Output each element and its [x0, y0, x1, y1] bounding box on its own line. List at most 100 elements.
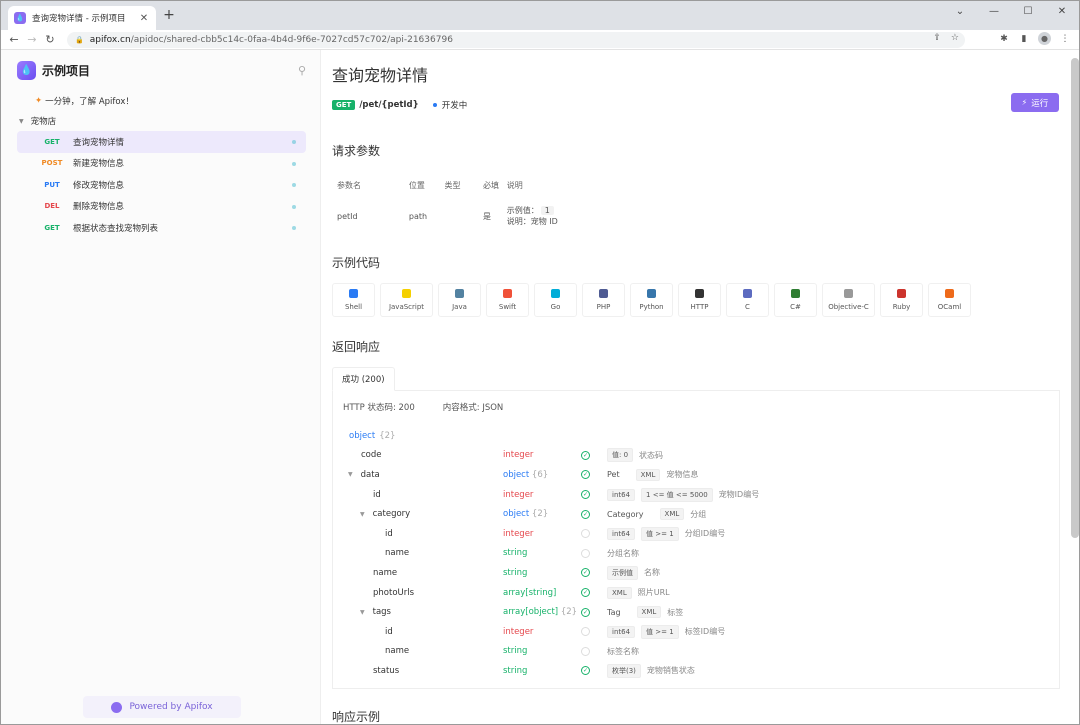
main-content: 查询宠物详情 GET /pet/{petId} 开发中 ⚡ 运行 请求参数 参数…: [321, 50, 1079, 724]
schema-desc-text: 分组: [690, 509, 707, 519]
toolbar-actions: ✱ ▮ ● ⋮: [998, 32, 1071, 45]
status-dot-icon: [432, 103, 437, 107]
extensions-icon[interactable]: ✱: [998, 34, 1010, 44]
schema-row[interactable]: id integer int64 值 >= 1 标签ID编号: [343, 622, 1049, 642]
schema-desc-text: 宠物信息: [666, 470, 699, 480]
schema-field-desc: int64 值 >= 1 分组ID编号: [607, 526, 725, 541]
api-method-badge: POST: [41, 159, 63, 168]
schema-row[interactable]: id integer ✓ int64 1 <= 值 <= 5000 宠物ID编号: [343, 485, 1049, 505]
schema-desc-text: 状态码: [639, 450, 664, 460]
code-lang-http[interactable]: HTTP: [678, 283, 721, 317]
code-lang-go[interactable]: Go: [534, 283, 577, 317]
chevron-down-icon[interactable]: ▼: [348, 471, 353, 478]
code-lang-objective-c[interactable]: Objective-C: [822, 283, 875, 317]
response-schema-panel: HTTP 状态码: 200 内容格式: JSON object {2} code…: [332, 391, 1060, 689]
schema-desc-text: 照片URL: [637, 588, 670, 598]
sidebar: 💧 示例项目 ⚲ ✦ 一分钟，了解 Apifox！ ▼ 宠物店 GET 查询宠物详…: [1, 50, 321, 724]
code-lang-python[interactable]: Python: [630, 283, 673, 317]
url-text: apifox.cn/apidoc/shared-cbb5c14c-0faa-4b…: [89, 35, 453, 45]
schema-constraint-chip: 值 >= 1: [641, 526, 679, 541]
api-method-badge: GET: [44, 223, 60, 232]
sidebar-api-item[interactable]: POST 新建宠物信息: [17, 153, 306, 175]
required-check-icon: ✓: [581, 666, 590, 676]
sparkle-icon: ✦: [35, 96, 43, 106]
project-name: 示例项目: [42, 63, 91, 78]
schema-row[interactable]: name string 分组名称: [343, 544, 1049, 564]
apifox-doc-page: 💧 示例项目 ⚲ ✦ 一分钟，了解 Apifox！ ▼ 宠物店 GET 查询宠物详…: [1, 50, 1079, 724]
bolt-icon: ⚡: [1021, 98, 1028, 107]
param-desc: 说明：宠物 ID: [506, 217, 558, 226]
schema-row[interactable]: name string ✓ 示例值 名称: [343, 563, 1049, 583]
back-icon[interactable]: ←: [5, 33, 23, 46]
status-dot-icon: [292, 226, 296, 230]
sidebar-api-item[interactable]: PUT 修改宠物信息: [17, 174, 306, 196]
code-language-grid: Shell JavaScript Java Swift Go PHP Python HTTP C…: [332, 283, 1079, 317]
schema-root[interactable]: object {2}: [343, 426, 1049, 446]
chevron-down-icon[interactable]: ⌄: [943, 1, 977, 21]
powered-by-apifox[interactable]: Powered by Apifox: [83, 696, 241, 718]
sidebar-api-item[interactable]: GET 查询宠物详情: [17, 131, 306, 153]
new-tab-icon[interactable]: +: [162, 7, 176, 23]
schema-constraint-chip: XML: [635, 468, 661, 481]
code-lang-php[interactable]: PHP: [582, 283, 625, 317]
schema-row[interactable]: status string ✓ 枚举(3) 宠物销售状态: [343, 661, 1049, 681]
tab-success-200[interactable]: 成功 (200): [332, 367, 395, 391]
code-lang-ruby[interactable]: Ruby: [880, 283, 923, 317]
schema-row[interactable]: ▼ tags array[object] {2} ✓ Tag XML 标签: [343, 602, 1049, 622]
side-panel-icon[interactable]: ▮: [1018, 34, 1030, 44]
search-icon[interactable]: ⚲: [298, 64, 306, 77]
code-lang-java[interactable]: Java: [438, 283, 481, 317]
sidebar-folder-petstore[interactable]: ▼ 宠物店: [1, 111, 320, 131]
menu-kebab-icon[interactable]: ⋮: [1059, 34, 1071, 44]
reload-icon[interactable]: ↻: [41, 33, 59, 46]
scrollbar[interactable]: [1071, 58, 1079, 538]
sidebar-api-item[interactable]: DEL 删除宠物信息: [17, 196, 306, 218]
sidebar-api-item[interactable]: GET 根据状态查找宠物列表: [17, 217, 306, 239]
optional-circle-icon: [581, 529, 590, 539]
param-name: petId: [337, 211, 358, 221]
schema-desc-text: 标签ID编号: [684, 627, 726, 637]
optional-circle-icon: [581, 646, 590, 656]
code-lang-c-[interactable]: C#: [774, 283, 817, 317]
code-lang-icon: [791, 289, 800, 298]
schema-row[interactable]: ▼ category object {2} ✓ Category XML 分组: [343, 504, 1049, 524]
code-lang-javascript[interactable]: JavaScript: [380, 283, 433, 317]
close-tab-icon[interactable]: ✕: [138, 13, 150, 24]
code-lang-c[interactable]: C: [726, 283, 769, 317]
param-location: path: [408, 211, 428, 221]
schema-row[interactable]: ▼ data object {6} ✓ Pet XML 宠物信息: [343, 465, 1049, 485]
browser-window: 💧 查询宠物详情 - 示例项目 ✕ + ⌄ — ☐ ✕ ← → ↻ 🔒 apif…: [0, 0, 1080, 725]
code-lang-ocaml[interactable]: OCaml: [928, 283, 971, 317]
code-lang-label: HTTP: [690, 303, 709, 311]
maximize-icon[interactable]: ☐: [1011, 1, 1045, 21]
code-lang-swift[interactable]: Swift: [486, 283, 529, 317]
powered-label: Powered by Apifox: [129, 702, 213, 712]
params-header-cell: 类型: [444, 181, 461, 190]
chevron-down-icon[interactable]: ▼: [360, 511, 365, 518]
address-bar[interactable]: 🔒 apifox.cn/apidoc/shared-cbb5c14c-0faa-…: [67, 32, 965, 48]
code-lang-icon: [349, 289, 358, 298]
schema-row[interactable]: code integer ✓ 值: 0 状态码: [343, 446, 1049, 466]
api-item-label: 根据状态查找宠物列表: [73, 223, 159, 234]
profile-avatar-icon[interactable]: ●: [1038, 32, 1051, 45]
chevron-down-icon[interactable]: ▼: [360, 609, 365, 616]
share-icon[interactable]: ⇪: [933, 33, 941, 43]
schema-field-desc: 分组名称: [607, 548, 639, 559]
sidebar-intro-link[interactable]: ✦ 一分钟，了解 Apifox！: [1, 91, 320, 111]
bookmark-star-icon[interactable]: ☆: [951, 33, 959, 43]
status-badge: 开发中: [441, 101, 468, 111]
forward-icon[interactable]: →: [23, 33, 41, 46]
schema-constraint-chip: 值 >= 1: [641, 624, 679, 639]
schema-row[interactable]: name string 标签名称: [343, 642, 1049, 662]
code-lang-icon: [402, 289, 411, 298]
code-section-title: 示例代码: [332, 256, 381, 270]
lock-icon: 🔒: [75, 36, 84, 44]
minimize-icon[interactable]: —: [977, 1, 1011, 21]
run-button[interactable]: ⚡ 运行: [1011, 93, 1059, 112]
code-lang-shell[interactable]: Shell: [332, 283, 375, 317]
schema-field-name: tags: [372, 607, 391, 618]
browser-tab[interactable]: 💧 查询宠物详情 - 示例项目 ✕: [8, 6, 156, 30]
schema-row[interactable]: photoUrls array[string] ✓ XML 照片URL: [343, 583, 1049, 603]
schema-row[interactable]: id integer int64 值 >= 1 分组ID编号: [343, 524, 1049, 544]
close-window-icon[interactable]: ✕: [1045, 1, 1079, 21]
